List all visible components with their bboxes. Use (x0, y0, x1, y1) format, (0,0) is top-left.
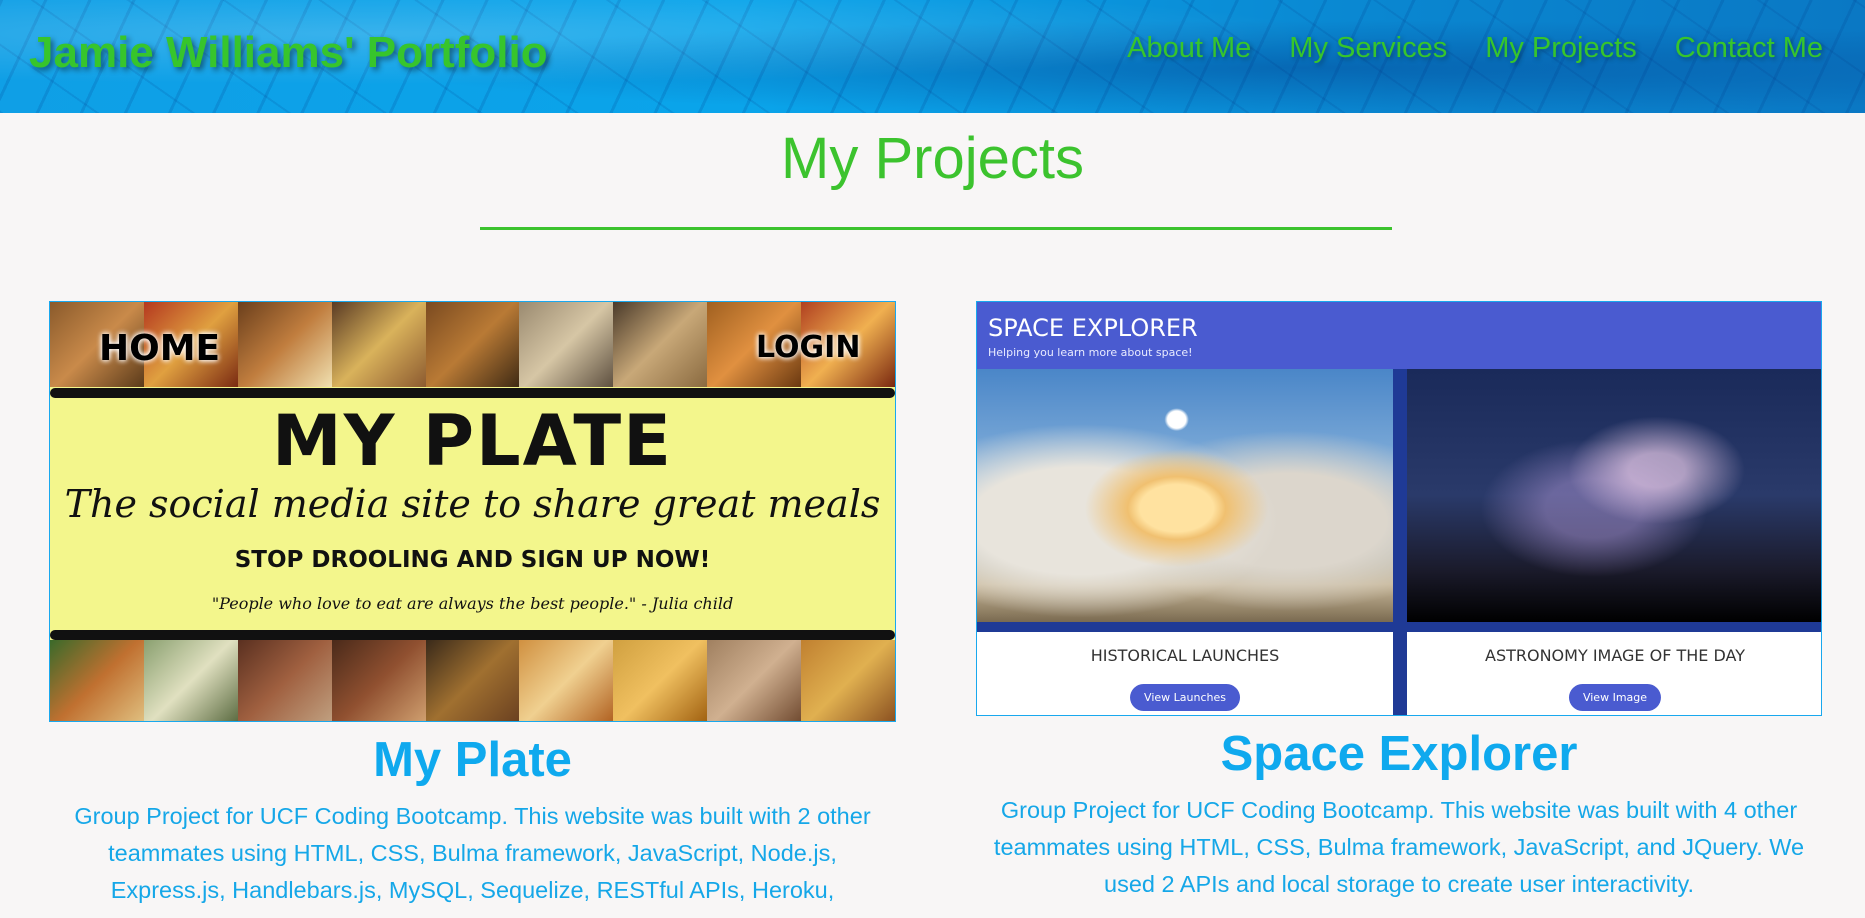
nav-link-about-me[interactable]: About Me (1127, 32, 1251, 65)
thumbnail-home-label: HOME (99, 328, 221, 369)
historical-launches-card: HISTORICAL LAUNCHES View Launches (977, 632, 1393, 715)
nav-link-contact-me[interactable]: Contact Me (1675, 32, 1823, 65)
thumbnail-site-name: SPACE EXPLORER (988, 314, 1198, 342)
thumbnail-heading: MY PLATE (272, 400, 673, 482)
view-launches-button[interactable]: View Launches (1130, 684, 1240, 711)
thumbnail-divider-top (50, 388, 895, 398)
project-title[interactable]: Space Explorer (976, 726, 1822, 782)
rocket-launch-image (977, 369, 1393, 622)
thumbnail-content: HISTORICAL LAUNCHES View Launches ASTRON… (977, 369, 1821, 715)
site-brand[interactable]: Jamie Williams' Portfolio (29, 28, 548, 78)
site-header: Jamie Williams' Portfolio About Me My Se… (0, 0, 1865, 113)
milky-way-image (1407, 369, 1821, 622)
thumbnail-divider-bottom (50, 630, 895, 640)
thumbnail-site-header: SPACE EXPLORER Helping you learn more ab… (977, 302, 1821, 369)
section-title: My Projects (781, 126, 1084, 191)
project-description: Group Project for UCF Coding Bootcamp. T… (74, 803, 871, 903)
historical-launches-label: HISTORICAL LAUNCHES (1090, 646, 1280, 665)
project-title[interactable]: My Plate (49, 732, 896, 788)
thumbnail-quote: "People who love to eat are always the b… (211, 594, 734, 613)
view-image-button[interactable]: View Image (1568, 684, 1662, 711)
project-card-space-explorer: SPACE EXPLORER Helping you learn more ab… (976, 301, 1822, 918)
thumbnail-site-tagline: Helping you learn more about space! (988, 346, 1193, 359)
food-photo-strip-bottom (50, 640, 895, 721)
astronomy-image-card: ASTRONOMY IMAGE OF THE DAY View Image (1407, 632, 1821, 715)
thumbnail-cta: STOP DROOLING AND SIGN UP NOW! (234, 547, 711, 573)
main-nav: About Me My Services My Projects Contact… (1127, 32, 1823, 65)
astronomy-image-label: ASTRONOMY IMAGE OF THE DAY (1485, 646, 1745, 665)
project-thumbnail-space-explorer[interactable]: SPACE EXPLORER Helping you learn more ab… (976, 301, 1822, 716)
project-description: Group Project for UCF Coding Bootcamp. T… (993, 797, 1805, 897)
thumbnail-login-label: LOGIN (756, 330, 861, 365)
nav-link-my-services[interactable]: My Services (1289, 32, 1447, 65)
nav-link-my-projects[interactable]: My Projects (1485, 32, 1636, 65)
thumbnail-tagline: The social media site to share great mea… (64, 482, 881, 526)
project-card-my-plate: HOME LOGIN MY PLATE The social media sit… (49, 301, 896, 918)
project-thumbnail-my-plate[interactable]: HOME LOGIN MY PLATE The social media sit… (49, 301, 896, 722)
section-divider (480, 227, 1392, 230)
